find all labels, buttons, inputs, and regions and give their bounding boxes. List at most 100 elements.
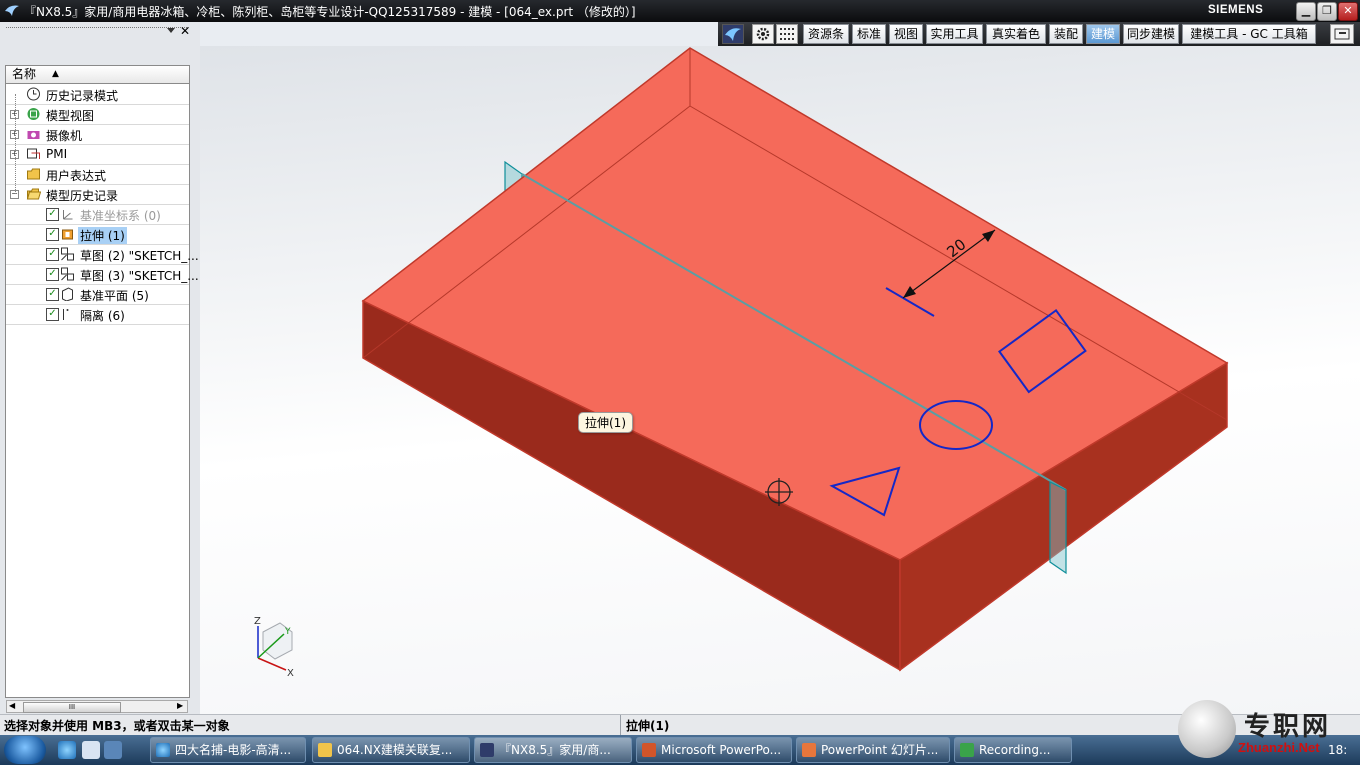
ie-icon[interactable]	[58, 741, 76, 759]
datum-plane-front[interactable]	[1049, 481, 1067, 575]
tree-node-label: 基准平面 (5)	[80, 289, 149, 303]
visibility-checkbox[interactable]: ✓	[46, 208, 59, 221]
tree-node[interactable]: ✓ 草图 (2) "SKETCH_...	[6, 245, 199, 265]
nx-start-icon[interactable]	[722, 24, 744, 44]
tree-node-label: 草图 (3) "SKETCH_...	[80, 269, 199, 283]
scroll-thumb[interactable]: III	[23, 702, 121, 713]
status-text: 拉伸(1)	[626, 719, 670, 733]
minimize-button[interactable]: ▁	[1296, 2, 1316, 21]
tree-node-label: 模型视图	[46, 109, 95, 123]
window-title: 『NX8.5』家用/商用电器冰箱、冷柜、陈列柜、岛柜等专业设计-QQ125317…	[24, 5, 636, 19]
grid-icon[interactable]	[776, 24, 798, 44]
tree-node[interactable]: + 模型视图	[6, 105, 189, 125]
scroll-left-icon[interactable]: ◀	[9, 701, 15, 710]
scroll-right-icon[interactable]: ▶	[177, 701, 183, 710]
triad-y-label: Y	[284, 627, 291, 637]
tree-node[interactable]: ✓ 草图 (3) "SKETCH_...	[6, 265, 199, 285]
recording-icon	[960, 743, 974, 757]
navigator-header-grip[interactable]	[6, 27, 189, 36]
slideshow-icon	[802, 743, 816, 757]
tree-node-label: 模型历史记录	[46, 189, 119, 203]
part-navigator: ✕ 名称 ▲ 历史记录模式 + 模型视图 + 摄像机 + PMI 用户表达式 − 模型历史记录 ✓ 基…	[0, 22, 200, 714]
triad-z-label: Z	[254, 616, 261, 627]
taskbar-item-label: 『NX8.5』家用/商...	[499, 743, 611, 757]
powerpoint-icon	[642, 743, 656, 757]
close-icon[interactable]: ✕	[180, 24, 190, 38]
folder-icon	[318, 743, 332, 757]
isolate-icon	[63, 309, 69, 320]
status-separator	[620, 715, 621, 736]
visibility-checkbox[interactable]: ✓	[46, 288, 59, 301]
folder-open-icon	[26, 188, 41, 200]
taskbar-item-label: PowerPoint 幻灯片...	[821, 743, 939, 757]
tree-connector-lines	[15, 94, 17, 194]
nx-icon	[480, 743, 494, 757]
taskbar-item-folder[interactable]: 064.NX建模关联复...	[312, 737, 470, 763]
tab-resource-bar[interactable]: 资源条	[803, 24, 849, 44]
tab-standard[interactable]: 标准	[852, 24, 886, 44]
folder-icon	[27, 168, 40, 180]
desktop-icon[interactable]	[104, 741, 122, 759]
toolbar-options-icon[interactable]	[1330, 24, 1354, 44]
prompt-text: 选择对象并使用 MB3，或者双击某一对象	[4, 719, 230, 733]
tab-gc-toolkit[interactable]: 建模工具 - GC 工具箱	[1182, 24, 1316, 44]
horizontal-scrollbar[interactable]: ◀ III ▶	[6, 700, 188, 713]
taskbar: 四大名捕-电影-高清... 064.NX建模关联复... 『NX8.5』家用/商…	[0, 735, 1360, 765]
sort-arrow-icon: ▲	[52, 69, 59, 79]
tab-synchronous-modeling[interactable]: 同步建模	[1123, 24, 1179, 44]
graphics-window[interactable]: 20 Z Y X 拉伸(1)	[200, 46, 1360, 714]
start-button[interactable]	[4, 736, 46, 764]
brand-label: SIEMENS	[1208, 4, 1264, 16]
tree-node[interactable]: ✓ 基准坐标系 (0)	[6, 205, 189, 225]
tree-node-label: 基准坐标系 (0)	[80, 209, 161, 223]
tree-node[interactable]: + PMI	[6, 145, 189, 165]
camera-icon	[27, 131, 40, 139]
clock-icon	[27, 87, 40, 101]
datum-csys-icon	[63, 210, 73, 220]
tab-true-shading[interactable]: 真实着色	[986, 24, 1046, 44]
view-triad-icon: Z Y X	[254, 616, 294, 679]
visibility-checkbox[interactable]: ✓	[46, 228, 59, 241]
tree-node-label: 用户表达式	[46, 169, 107, 183]
visibility-checkbox[interactable]: ✓	[46, 248, 59, 261]
model-view-icon	[27, 108, 40, 120]
tree-node[interactable]: ✓ 隔离 (6)	[6, 305, 189, 325]
restore-button[interactable]: ❐	[1317, 2, 1337, 21]
tree-node-label: 摄像机	[46, 129, 83, 143]
tab-modeling[interactable]: 建模	[1086, 24, 1120, 44]
selection-tooltip: 拉伸(1)	[578, 412, 633, 433]
taskbar-item-nx[interactable]: 『NX8.5』家用/商...	[474, 737, 632, 763]
tree-node-label: 隔离 (6)	[80, 309, 125, 323]
watermark-logo: 专职网 Zhuanzhi.Net	[1178, 700, 1360, 760]
tree-node[interactable]: − 模型历史记录	[6, 185, 189, 205]
tree-node-label: 草图 (2) "SKETCH_...	[80, 249, 199, 263]
soccer-ball-icon	[1178, 700, 1236, 758]
close-button[interactable]: ✕	[1338, 2, 1358, 21]
tree-node[interactable]: + 摄像机	[6, 125, 189, 145]
tree-node-label: 历史记录模式	[46, 89, 119, 103]
sketch-icon	[61, 247, 74, 261]
toolbar: 资源条 标准 视图 实用工具 真实着色 装配 建模 同步建模 建模工具 - GC…	[718, 22, 1360, 46]
media-icon[interactable]	[82, 741, 100, 759]
tab-utilities[interactable]: 实用工具	[926, 24, 983, 44]
tree-node[interactable]: ✓ 拉伸 (1)	[6, 225, 189, 245]
tab-assemblies[interactable]: 装配	[1049, 24, 1083, 44]
model-canvas[interactable]: 20 Z Y X	[200, 46, 1360, 714]
taskbar-item-powerpoint[interactable]: Microsoft PowerPo...	[636, 737, 792, 763]
taskbar-item-browser[interactable]: 四大名捕-电影-高清...	[150, 737, 306, 763]
visibility-checkbox[interactable]: ✓	[46, 268, 59, 281]
gear-icon[interactable]	[752, 24, 774, 44]
datum-plane-icon	[62, 287, 73, 301]
status-bar: 选择对象并使用 MB3，或者双击某一对象 拉伸(1)	[0, 714, 1360, 736]
pmi-icon	[27, 148, 40, 159]
taskbar-item-slideshow[interactable]: PowerPoint 幻灯片...	[796, 737, 950, 763]
tree-node[interactable]: 用户表达式	[6, 165, 189, 185]
triad-x-label: X	[287, 668, 294, 679]
chevron-down-icon[interactable]	[167, 28, 175, 34]
tree-node[interactable]: 历史记录模式	[6, 85, 189, 105]
visibility-checkbox[interactable]: ✓	[46, 308, 59, 321]
column-header-name[interactable]: 名称 ▲	[5, 65, 190, 84]
tree-node[interactable]: ✓ 基准平面 (5)	[6, 285, 189, 305]
tab-view[interactable]: 视图	[889, 24, 923, 44]
taskbar-item-recording[interactable]: Recording...	[954, 737, 1072, 763]
